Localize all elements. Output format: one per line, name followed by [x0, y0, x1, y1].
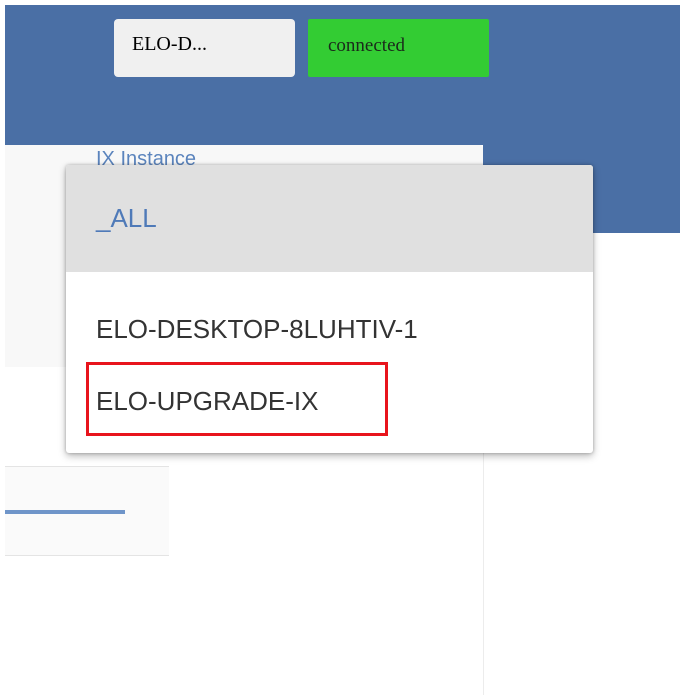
connection-status-badge: connected	[308, 19, 489, 77]
instance-selector-chip[interactable]: ELO-D...	[114, 19, 295, 77]
dropdown-option-desktop[interactable]: ELO-DESKTOP-8LUHTIV-1	[66, 310, 593, 348]
active-tab-indicator	[5, 510, 125, 514]
app-header: ELO-D... connected	[5, 5, 680, 145]
dropdown-option-all[interactable]: _ALL	[66, 165, 593, 272]
app-screen: ELO-D... connected IX Instance _ALL ELO-…	[0, 0, 680, 695]
tab-bar	[5, 466, 169, 556]
highlight-annotation-box	[86, 362, 388, 436]
